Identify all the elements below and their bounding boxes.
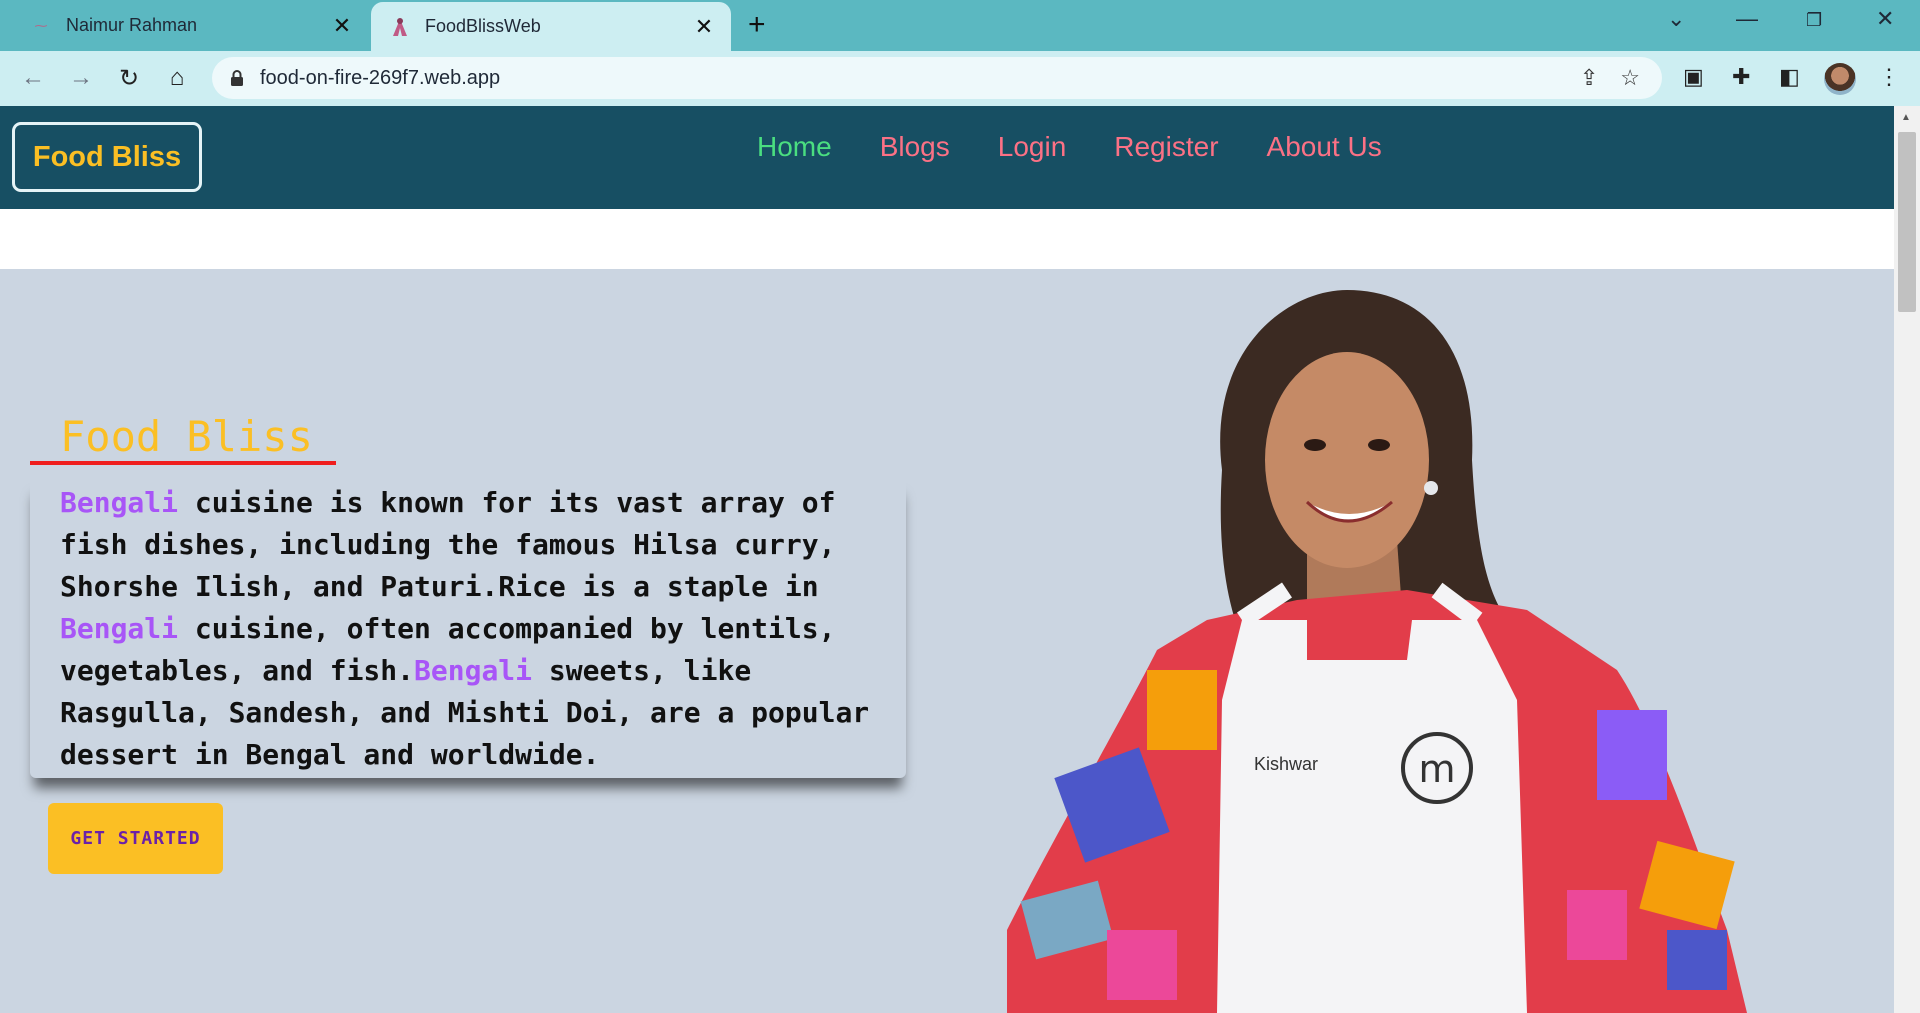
new-tab-plus-icon[interactable]: + xyxy=(748,8,766,42)
nav-link-about-us[interactable]: About Us xyxy=(1267,131,1382,163)
main-menu: Home Blogs Login Register About Us xyxy=(757,131,1382,163)
site-navbar: Food Bliss Home Blogs Login Register Abo… xyxy=(0,106,1894,209)
side-panel-icon[interactable]: ◧ xyxy=(1779,64,1800,90)
hero-description: Bengali cuisine is known for its vast ar… xyxy=(30,478,906,778)
close-tab-icon[interactable]: ✕ xyxy=(329,13,355,39)
forward-arrow-icon[interactable]: → xyxy=(64,61,98,95)
extensions-puzzle-icon[interactable]: ✚ xyxy=(1732,64,1750,90)
browser-tab-strip: ⁓ Naimur Rahman ✕ FoodBlissWeb ✕ + ⌄ — ❐… xyxy=(0,0,1920,51)
back-arrow-icon[interactable]: ← xyxy=(16,61,50,95)
tab-title: Naimur Rahman xyxy=(66,15,198,35)
menu-kebab-icon[interactable]: ⋮ xyxy=(1878,64,1900,90)
page-scrollbar[interactable]: ▲ xyxy=(1894,106,1920,1013)
nav-link-register[interactable]: Register xyxy=(1114,131,1218,163)
profile-avatar-icon[interactable] xyxy=(1824,63,1856,95)
url-text: food-on-fire-269f7.web.app xyxy=(260,66,501,89)
home-icon[interactable]: ⌂ xyxy=(160,61,194,95)
browser-toolbar: ← → ↻ ⌂ food-on-fire-269f7.web.app ⇪ ☆ ▣… xyxy=(0,51,1920,106)
tab-search-chevron-icon[interactable]: ⌄ xyxy=(1667,6,1685,32)
scrollbar-thumb[interactable] xyxy=(1898,132,1916,312)
tab-favicon-icon: ⁓ xyxy=(34,17,48,33)
close-tab-icon[interactable]: ✕ xyxy=(691,14,717,40)
share-icon[interactable]: ⇪ xyxy=(1580,65,1598,91)
chef-photo: m Kishwar xyxy=(1007,290,1747,1013)
page-viewport: Food Bliss Home Blogs Login Register Abo… xyxy=(0,106,1894,1013)
close-window-icon[interactable]: ✕ xyxy=(1876,6,1894,32)
get-started-button[interactable]: GET STARTED xyxy=(48,803,223,874)
minimize-icon[interactable]: — xyxy=(1736,6,1758,32)
spacer-band xyxy=(0,209,1894,269)
scroll-up-icon[interactable]: ▲ xyxy=(1901,112,1911,123)
browser-tab[interactable]: ⁓ Naimur Rahman ✕ xyxy=(0,0,369,51)
highlight-word: Bengali xyxy=(414,654,533,687)
restore-icon[interactable]: ❐ xyxy=(1806,10,1822,31)
nav-link-home[interactable]: Home xyxy=(757,131,832,163)
highlight-word: Bengali xyxy=(60,486,179,519)
picture-in-picture-icon[interactable]: ▣ xyxy=(1683,64,1704,90)
nav-link-login[interactable]: Login xyxy=(998,131,1067,163)
tab-favicon-icon xyxy=(389,16,411,38)
tab-title: FoodBlissWeb xyxy=(425,16,541,36)
highlight-word: Bengali xyxy=(60,612,179,645)
nav-link-blogs[interactable]: Blogs xyxy=(880,131,950,163)
reload-icon[interactable]: ↻ xyxy=(112,61,146,95)
browser-tab-active[interactable]: FoodBlissWeb ✕ xyxy=(371,2,731,51)
apron-name-label: Kishwar xyxy=(1254,754,1318,774)
brand-logo-button[interactable]: Food Bliss xyxy=(12,122,202,192)
hero-title-underline xyxy=(30,461,336,465)
hero-title: Food Bliss xyxy=(60,412,313,461)
svg-text:m: m xyxy=(1418,747,1455,791)
lock-icon xyxy=(230,70,244,86)
bookmark-star-icon[interactable]: ☆ xyxy=(1620,65,1640,91)
address-bar[interactable]: food-on-fire-269f7.web.app ⇪ ☆ xyxy=(212,57,1662,99)
